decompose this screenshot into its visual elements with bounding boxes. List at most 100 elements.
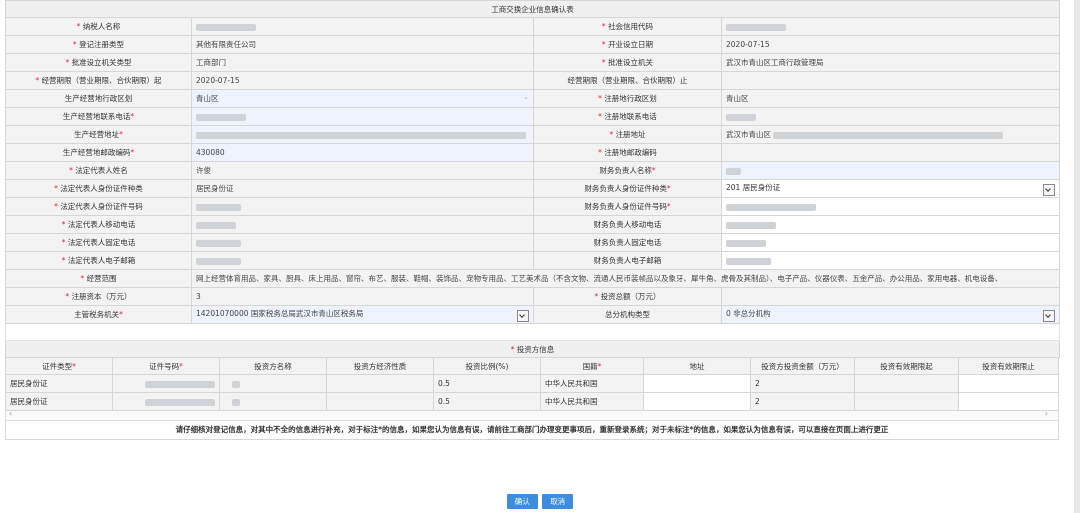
chevron-down-icon[interactable] (517, 309, 529, 322)
field-label: * 法定代表人身份证件种类 (5, 179, 192, 198)
chevron-down-icon[interactable] (1043, 183, 1055, 196)
field-value: 2020-07-15 (721, 35, 1060, 54)
tax-authority-select[interactable]: 14201070000 国家税务总局武汉市青山区税务局 (191, 305, 534, 324)
field-value: 工商部门 (191, 53, 534, 72)
field-label: * 注册地行政区划 (533, 89, 722, 108)
scroll-right-icon[interactable]: › (1045, 409, 1048, 418)
table-cell: 中华人民共和国 (540, 392, 644, 411)
column-header: 证件号码* (112, 357, 220, 375)
field-input[interactable] (721, 233, 1060, 252)
table-cell: 2 (750, 392, 855, 411)
table-row: 居民身份证 0.5 中华人民共和国 2 (5, 374, 1059, 393)
table-row: 居民身份证 0.5 中华人民共和国 2 (5, 392, 1059, 411)
info-row: 生产经营地址* * 注册地址 武汉市青山区 (5, 125, 1060, 144)
redacted-value (196, 257, 241, 265)
button-bar: 确认 取消 (0, 494, 1080, 509)
field-input[interactable] (191, 125, 534, 144)
redacted-value (773, 131, 1003, 139)
enterprise-info-table: 工商交换企业信息确认表 * 纳税人名称 * 社会信用代码 * 登记注册类型 其他有限责… (5, 0, 1060, 270)
column-header: 投资有效期限起 (854, 357, 959, 375)
redacted-value (196, 131, 526, 139)
table-cell (112, 392, 220, 411)
field-value (721, 107, 1060, 126)
field-value (191, 17, 534, 36)
field-value (721, 71, 1060, 90)
field-label: * 社会信用代码 (533, 17, 722, 36)
field-label: 生产经营地址* (5, 125, 192, 144)
investor-table: 证件类型* 证件号码* 投资方名称 投资方经济性质 投资比例(%) 国籍* 地址 投资方投资金… (5, 357, 1059, 411)
field-label: * 开业设立日期 (533, 35, 722, 54)
field-label: * 批准设立机关 (533, 53, 722, 72)
table-cell-input[interactable] (958, 392, 1059, 411)
notice-text: 请仔细核对登记信息，对其中不全的信息进行补充，对于标注*的信息，如果您认为信息有… (5, 421, 1059, 440)
branch-type-label: 总分机构类型 (533, 305, 722, 324)
field-label: 财务负责人名称* (533, 161, 722, 180)
info-row: * 登记注册类型 其他有限责任公司 * 开业设立日期 2020-07-15 (5, 35, 1060, 54)
info-row: * 批准设立机关类型 工商部门 * 批准设立机关 武汉市青山区工商行政管理局 (5, 53, 1060, 72)
field-label: * 法定代表人电子邮箱 (5, 251, 192, 270)
table-cell (112, 374, 220, 393)
info-row: * 经营期限（营业期限、合伙期限）起 2020-07-15 经营期限（营业期限、合伙… (5, 71, 1060, 90)
field-input[interactable]: 430080 (191, 143, 534, 162)
field-label: 生产经营地邮政编码* (5, 143, 192, 162)
chevron-down-icon[interactable]: ⌄ (523, 93, 529, 101)
table-cell (854, 374, 959, 393)
info-row: * 纳税人名称 * 社会信用代码 (5, 17, 1060, 36)
redacted-value (196, 203, 241, 211)
field-value (191, 233, 534, 252)
redacted-value (232, 398, 240, 406)
page-scroll-edge (1074, 0, 1080, 513)
info-row: 生产经营地联系电话* * 注册地联系电话 (5, 107, 1060, 126)
field-input[interactable] (721, 161, 1060, 180)
redacted-value (726, 113, 756, 121)
field-label: 经营期限（营业期限、合伙期限）止 (533, 71, 722, 90)
field-input[interactable] (721, 197, 1060, 216)
investor-title: * 投资方信息 (5, 340, 1060, 358)
field-input[interactable] (191, 107, 534, 126)
field-value: 许俊 (191, 161, 534, 180)
tax-authority-label: 主管税务机关* (5, 305, 192, 324)
field-input[interactable] (721, 251, 1060, 270)
field-label: * 法定代表人固定电话 (5, 233, 192, 252)
table-cell-input[interactable] (643, 374, 751, 393)
info-row: * 法定代表人身份证件种类 居民身份证 财务负责人身份证件种类* 201 居民身份证 (5, 179, 1060, 198)
form-title: 工商交换企业信息确认表 (5, 0, 1060, 18)
chevron-down-icon[interactable] (1043, 309, 1055, 322)
confirm-form: 工商交换企业信息确认表 * 纳税人名称 * 社会信用代码 * 登记注册类型 其他有限责… (5, 0, 1060, 440)
redacted-value (726, 203, 816, 211)
table-cell: 中华人民共和国 (540, 374, 644, 393)
column-header: 投资方名称 (219, 357, 327, 375)
redacted-value (196, 239, 241, 247)
table-cell (219, 392, 327, 411)
field-label: * 法定代表人身份证件号码 (5, 197, 192, 216)
spacer-row (5, 323, 1060, 341)
info-row: * 法定代表人移动电话 财务负责人移动电话 (5, 215, 1060, 234)
redacted-value (726, 167, 741, 175)
scroll-left-icon[interactable]: ‹ (9, 409, 12, 418)
investment-total-value (721, 287, 1060, 306)
table-cell-input[interactable] (958, 374, 1059, 393)
capital-value: 3 (191, 287, 534, 306)
field-label: * 法定代表人移动电话 (5, 215, 192, 234)
field-value: 青山区 (721, 89, 1060, 108)
table-cell-input[interactable] (643, 392, 751, 411)
redacted-value (145, 398, 215, 406)
redacted-value (196, 113, 246, 121)
column-header: 投资有效期限止 (958, 357, 1059, 375)
field-input[interactable] (721, 215, 1060, 234)
field-label: 财务负责人身份证件号码* (533, 197, 722, 216)
field-value: 武汉市青山区工商行政管理局 (721, 53, 1060, 72)
info-row: * 法定代表人电子邮箱 财务负责人电子邮箱 (5, 251, 1060, 270)
redacted-value (726, 239, 766, 247)
horizontal-scrollbar[interactable]: ‹ › (5, 409, 1059, 421)
field-label: 财务负责人移动电话 (533, 215, 722, 234)
field-label: 财务负责人身份证件种类* (533, 179, 722, 198)
field-input[interactable]: 青山区 ⌄ (191, 89, 534, 108)
confirm-button[interactable]: 确认 (506, 494, 538, 509)
redacted-value (196, 221, 236, 229)
branch-type-select[interactable]: 0 非总分机构 (721, 305, 1060, 324)
cancel-button[interactable]: 取消 (542, 494, 574, 509)
table-cell: 0.5 (433, 392, 541, 411)
field-input[interactable]: 201 居民身份证 (721, 179, 1060, 198)
redacted-value (232, 380, 240, 388)
